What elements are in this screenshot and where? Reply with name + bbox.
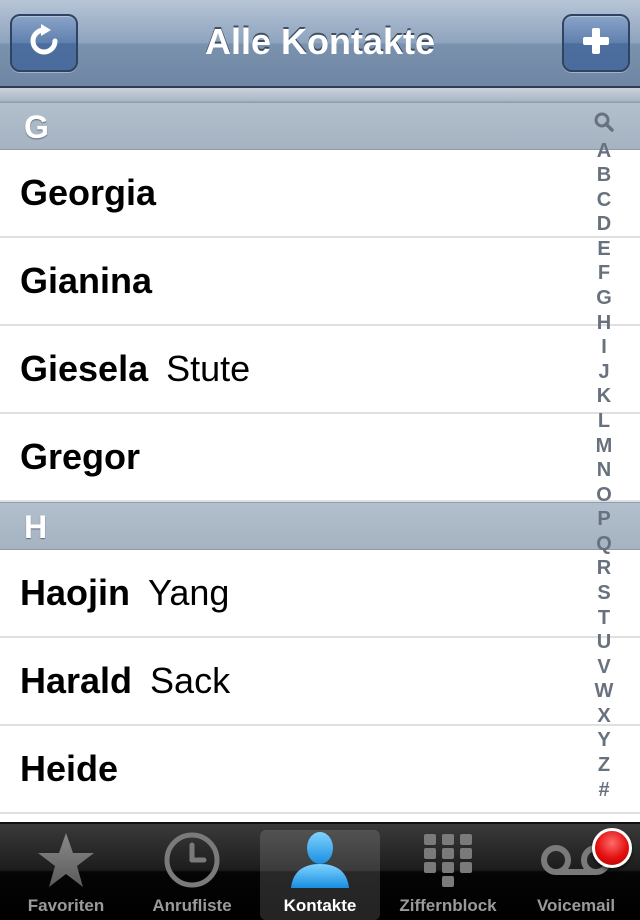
tab-anrufliste[interactable]: Anrufliste xyxy=(132,830,252,920)
contact-first-name: Georgia xyxy=(20,172,157,213)
index-letter[interactable]: I xyxy=(601,335,607,359)
index-letter[interactable]: K xyxy=(597,384,611,408)
contact-first-name: Giesela xyxy=(20,348,149,389)
index-letter[interactable]: T xyxy=(598,606,610,630)
index-letter[interactable]: H xyxy=(597,311,611,335)
contact-row[interactable]: Haojin Yang xyxy=(0,550,640,638)
contact-first-name: Haojin xyxy=(20,572,131,613)
contact-last-name: Sack xyxy=(150,660,231,701)
alphabet-index[interactable]: A B C D E F G H I J K L M N O P Q R S T … xyxy=(586,112,622,802)
contact-row[interactable]: Giesela Stute xyxy=(0,326,640,414)
index-letter[interactable]: V xyxy=(597,655,610,679)
index-letter[interactable]: G xyxy=(596,286,612,310)
index-letter[interactable]: M xyxy=(596,434,613,458)
contact-row[interactable]: Harald Sack xyxy=(0,638,640,726)
tab-label: Favoriten xyxy=(27,896,105,915)
contact-first-name: Gianina xyxy=(20,260,153,301)
tab-favoriten[interactable]: Favoriten xyxy=(6,830,126,920)
index-letter[interactable]: A xyxy=(597,139,611,163)
contact-list[interactable]: G Georgia Gianina Giesela Stute Gregor H… xyxy=(0,88,640,822)
star-icon xyxy=(30,830,102,890)
section-letter: G xyxy=(24,109,49,145)
section-letter: H xyxy=(24,509,48,545)
index-letter[interactable]: Q xyxy=(596,532,612,556)
index-letter[interactable]: D xyxy=(597,212,611,236)
contact-first-name: Harald xyxy=(20,660,133,701)
index-letter[interactable]: U xyxy=(597,630,611,654)
index-letter[interactable]: C xyxy=(597,188,611,212)
contact-row[interactable]: Heide xyxy=(0,726,640,814)
index-letter[interactable]: O xyxy=(596,483,612,507)
person-icon xyxy=(284,830,356,890)
tab-label: Anrufliste xyxy=(152,896,232,915)
index-letter[interactable]: B xyxy=(597,163,611,187)
contact-first-name: Heide xyxy=(20,748,119,789)
tab-voicemail[interactable]: Voicemail xyxy=(516,828,636,920)
index-letter[interactable]: # xyxy=(598,778,609,802)
section-header-h: H xyxy=(0,502,640,550)
index-letter[interactable]: S xyxy=(597,581,610,605)
navigation-bar: Alle Kontakte xyxy=(0,0,640,88)
index-letter[interactable]: P xyxy=(597,507,610,531)
search-icon[interactable] xyxy=(594,112,614,138)
add-contact-button[interactable] xyxy=(562,14,630,72)
section-header-g: G xyxy=(0,102,640,150)
previous-section-header xyxy=(0,88,640,102)
tab-kontakte[interactable]: Kontakte xyxy=(260,830,380,920)
index-letter[interactable]: R xyxy=(597,556,611,580)
keypad-icon xyxy=(412,830,484,890)
index-letter[interactable]: J xyxy=(598,360,609,384)
clock-icon xyxy=(156,830,228,890)
notification-badge xyxy=(592,828,632,868)
index-letter[interactable]: L xyxy=(598,409,610,433)
index-letter[interactable]: X xyxy=(597,704,610,728)
contact-row[interactable]: Gregor xyxy=(0,414,640,502)
contact-row[interactable]: Gianina xyxy=(0,238,640,326)
index-letter[interactable]: E xyxy=(597,237,610,261)
contact-last-name: Yang xyxy=(148,572,230,613)
index-letter[interactable]: W xyxy=(595,679,614,703)
index-letter[interactable]: N xyxy=(597,458,611,482)
tab-bar: Favoriten Anrufliste Kontakte Ziffernblo… xyxy=(0,822,640,920)
index-letter[interactable]: F xyxy=(598,261,610,285)
page-title: Alle Kontakte xyxy=(204,21,436,62)
tab-ziffernblock[interactable]: Ziffernblock xyxy=(388,830,508,920)
contact-last-name: Stute xyxy=(166,348,251,389)
tab-label: Kontakte xyxy=(283,896,357,915)
tab-label: Voicemail xyxy=(536,896,616,915)
index-letter[interactable]: Y xyxy=(597,728,610,752)
contact-first-name: Gregor xyxy=(20,436,141,477)
tab-label: Ziffernblock xyxy=(399,896,497,915)
contact-row[interactable]: Georgia xyxy=(0,150,640,238)
index-letter[interactable]: Z xyxy=(598,753,610,777)
plus-icon xyxy=(581,26,611,61)
